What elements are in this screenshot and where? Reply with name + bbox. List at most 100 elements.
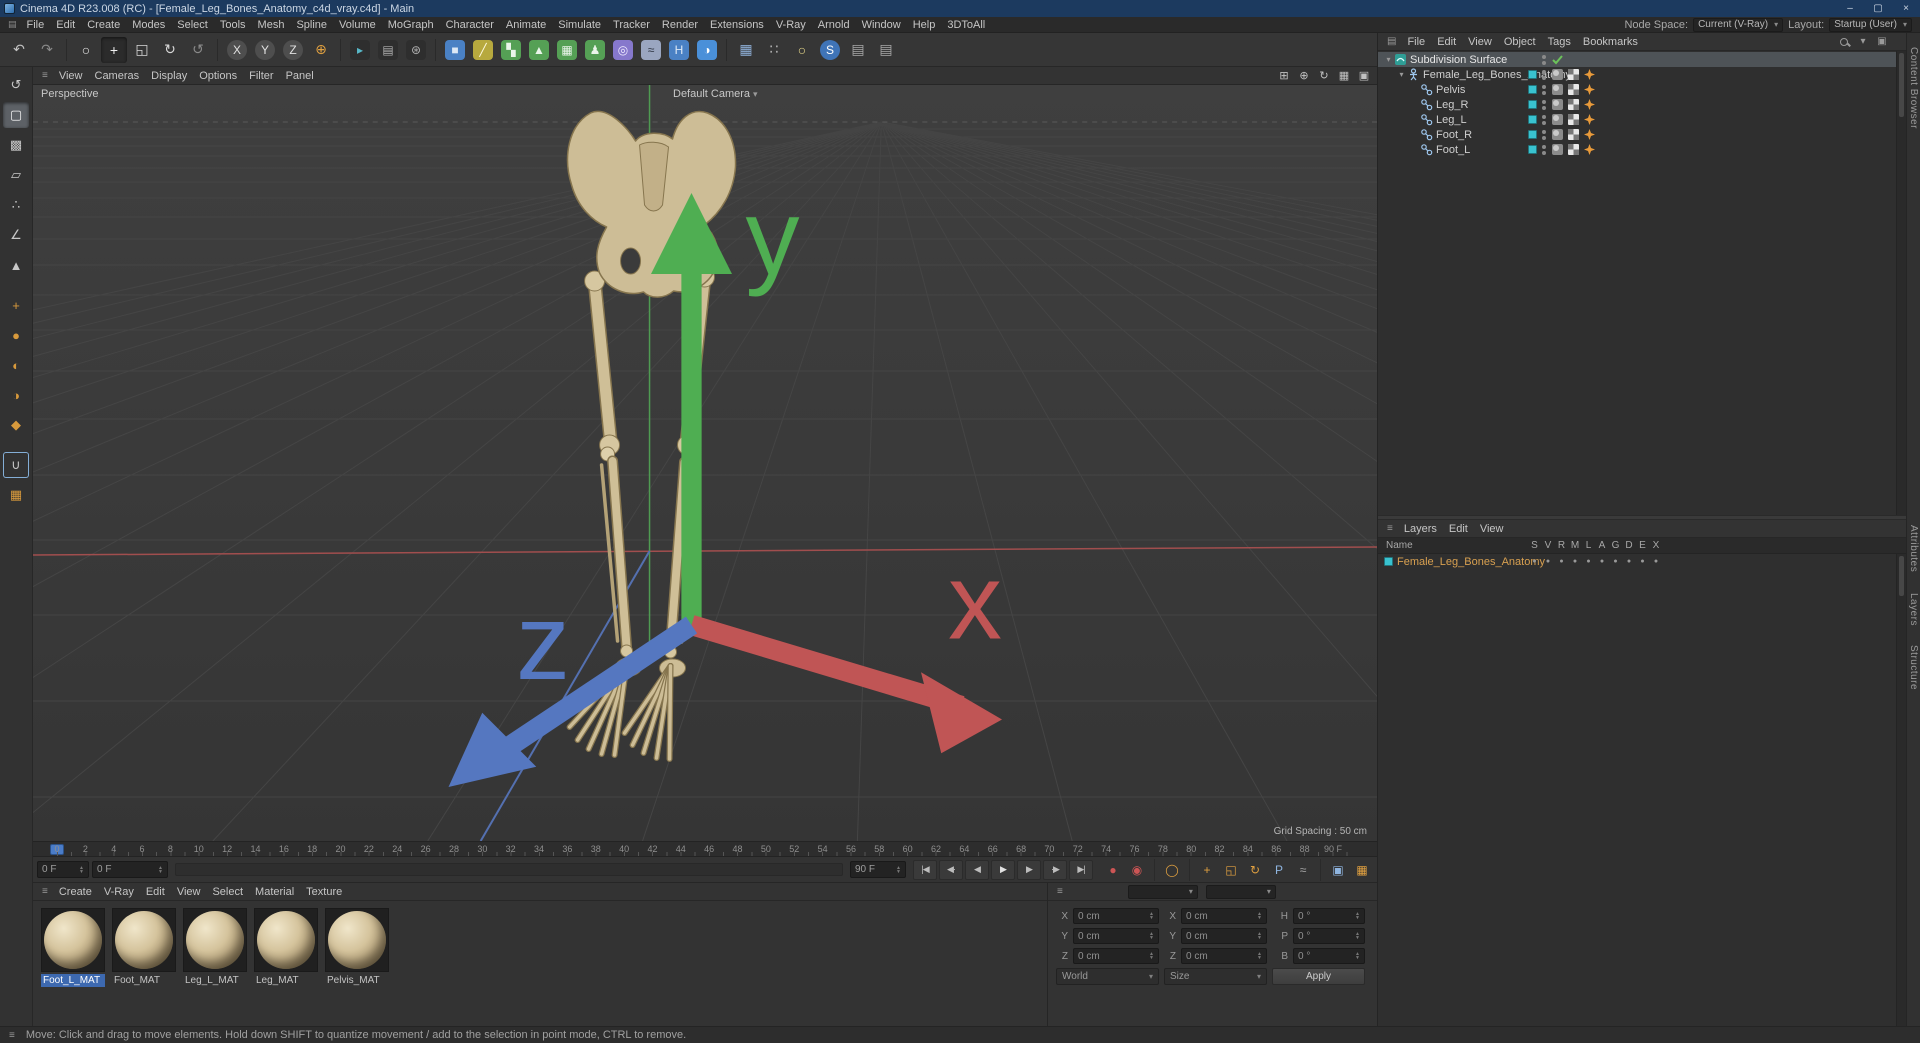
materials-menu-select[interactable]: Select [206, 884, 249, 900]
edges-mode-icon[interactable]: ∠ [3, 222, 29, 248]
node-space-select[interactable]: Current (V-Ray) ▾ [1693, 17, 1784, 32]
layer-row-female-leg-bones-anatomy[interactable]: Female_Leg_Bones_Anatomy ● ● ● ● ● ● ● ● ● ● [1378, 554, 1906, 569]
menu-volume[interactable]: Volume [333, 17, 382, 33]
texture-tag[interactable] [1567, 128, 1580, 141]
coord-field-x-0[interactable]: 0 cm ▲ ▼ [1073, 908, 1159, 924]
volume-icon[interactable]: ▦ [554, 37, 580, 63]
workplane-snap-icon[interactable]: ▦ [3, 482, 29, 508]
add-cube-icon[interactable]: ■ [442, 37, 468, 63]
key-rotation-icon[interactable]: ↻ [1244, 860, 1266, 880]
coordinate-system-icon[interactable]: ⊕ [308, 37, 334, 63]
layout-select[interactable]: Startup (User) ▾ [1829, 17, 1912, 32]
phong-tag[interactable] [1551, 143, 1564, 156]
tree-row-subdivision-surface[interactable]: ▾ Subdivision Surface [1378, 52, 1906, 67]
texture-mode-icon[interactable]: ▩ [3, 132, 29, 158]
polygons-mode-icon[interactable]: ▲ [3, 252, 29, 278]
menu-spline[interactable]: Spline [290, 17, 333, 33]
coord-field-b-2[interactable]: 0 ° ▲ ▼ [1293, 948, 1365, 964]
material-item[interactable]: Foot_L_MAT [41, 908, 105, 987]
undo-icon[interactable]: ↶ [6, 37, 32, 63]
search-icon[interactable] [1836, 35, 1852, 49]
layer-toggle-d[interactable]: ● [1623, 558, 1636, 565]
coord-field-z-1[interactable]: 0 cm ▲ ▼ [1181, 948, 1267, 964]
layers-scrollbar[interactable] [1896, 554, 1906, 1026]
star-tag[interactable] [1583, 98, 1596, 111]
dock-tab-structure[interactable]: Structure [1908, 645, 1919, 690]
texture-tag[interactable] [1567, 68, 1580, 81]
prev-key-button[interactable]: ◀· [939, 859, 963, 880]
move-tool-icon[interactable]: + [101, 36, 127, 63]
visibility-dots[interactable] [1540, 114, 1548, 125]
maximize-button[interactable]: ▢ [1864, 0, 1892, 17]
viewport-solo-single-icon[interactable]: ◐ [3, 352, 29, 378]
visibility-dots[interactable] [1540, 144, 1548, 155]
hair-icon[interactable]: ≈ [638, 37, 664, 63]
dock-tab-layers[interactable]: Layers [1908, 593, 1919, 626]
pen-tool-icon[interactable]: ╱ [470, 37, 496, 63]
redo-icon[interactable]: ↷ [34, 37, 60, 63]
menu-animate[interactable]: Animate [500, 17, 552, 33]
texture-tag[interactable] [1567, 113, 1580, 126]
points-mode-icon[interactable]: ∴ [3, 192, 29, 218]
light-icon[interactable]: ○ [789, 37, 815, 63]
viewport-menu-display[interactable]: Display [145, 67, 193, 85]
current-frame-field[interactable]: 0 F ▲ ▼ [92, 861, 168, 878]
timeline-ruler[interactable]: 0 2 4 6 8 10 12 14 16 18 20 22 24 26 28 30 32 34 36 38 40 42 4… [33, 841, 1377, 857]
play-button[interactable]: ▶ [991, 859, 1015, 880]
menu-mograph[interactable]: MoGraph [382, 17, 440, 33]
menu-simulate[interactable]: Simulate [552, 17, 607, 33]
start-frame-field[interactable]: 0 F ▲ ▼ [37, 861, 89, 878]
phong-tag[interactable] [1551, 68, 1564, 81]
material-item[interactable]: Pelvis_MAT [325, 908, 389, 987]
layers-menu-edit[interactable]: Edit [1443, 521, 1474, 537]
object-manager-menu-object[interactable]: Object [1498, 34, 1542, 50]
layer-toggle-g[interactable]: ● [1609, 558, 1622, 565]
layer-color-chip[interactable] [1528, 115, 1537, 124]
menu-modes[interactable]: Modes [126, 17, 171, 33]
menu-3dtoall[interactable]: 3DToAll [941, 17, 991, 33]
tree-row-foot-r[interactable]: Foot_R [1378, 127, 1906, 142]
render-settings-icon[interactable]: ⊛ [403, 37, 429, 63]
coords-mode-select[interactable]: ▾ [1127, 884, 1198, 899]
export-icon[interactable]: ▤ [873, 37, 899, 63]
coord-field-h-2[interactable]: 0 ° ▲ ▼ [1293, 908, 1365, 924]
viewport-menu-panel[interactable]: Panel [280, 67, 320, 85]
autokeying-icon[interactable]: ◯ [1161, 860, 1183, 880]
menu-character[interactable]: Character [440, 17, 500, 33]
material-sphere[interactable] [112, 908, 176, 972]
fracture-icon[interactable]: ▲ [526, 37, 552, 63]
menu-mesh[interactable]: Mesh [252, 17, 291, 33]
next-frame-button[interactable]: ▶ [1017, 859, 1041, 880]
phong-tag[interactable] [1551, 98, 1564, 111]
viewport-solo-hierarchy-icon[interactable]: ◑ [3, 382, 29, 408]
key-position-icon[interactable]: + [1196, 860, 1218, 880]
paint-icon[interactable]: ◆ [3, 412, 29, 438]
layer-toggle-e[interactable]: ● [1636, 558, 1649, 565]
tree-row-foot-l[interactable]: Foot_L [1378, 142, 1906, 157]
layer-color-chip[interactable] [1528, 100, 1537, 109]
viewport-menu-view[interactable]: View [53, 67, 89, 85]
layer-toggle-r[interactable]: ● [1555, 558, 1568, 565]
mograph-icon[interactable]: ▚ [498, 37, 524, 63]
simulate-icon[interactable]: ◎ [610, 37, 636, 63]
layer-toggle-l[interactable]: ● [1582, 558, 1595, 565]
dock-tab-attributes[interactable]: Attributes [1908, 525, 1919, 572]
last-tool-icon[interactable]: ↺ [185, 37, 211, 63]
menu-arnold[interactable]: Arnold [812, 17, 856, 33]
star-tag[interactable] [1583, 128, 1596, 141]
material-sphere[interactable] [325, 908, 389, 972]
lock-y-axis-icon[interactable]: Y [252, 37, 278, 63]
menu-create[interactable]: Create [81, 17, 126, 33]
playback-solo-icon[interactable]: ▣ [1327, 860, 1349, 880]
materials-menu-v-ray[interactable]: V-Ray [98, 884, 140, 900]
visibility-dots[interactable] [1540, 129, 1548, 140]
menu-file[interactable]: File [21, 17, 51, 33]
layer-color-chip[interactable] [1528, 70, 1537, 79]
star-tag[interactable] [1583, 113, 1596, 126]
visibility-dots[interactable] [1540, 69, 1548, 80]
object-manager-scrollbar[interactable] [1896, 51, 1906, 515]
star-tag[interactable] [1583, 83, 1596, 96]
visibility-dots[interactable] [1540, 84, 1548, 95]
layers-menu-icon[interactable]: ≡ [1382, 523, 1398, 534]
tree-row-leg-l[interactable]: Leg_L [1378, 112, 1906, 127]
